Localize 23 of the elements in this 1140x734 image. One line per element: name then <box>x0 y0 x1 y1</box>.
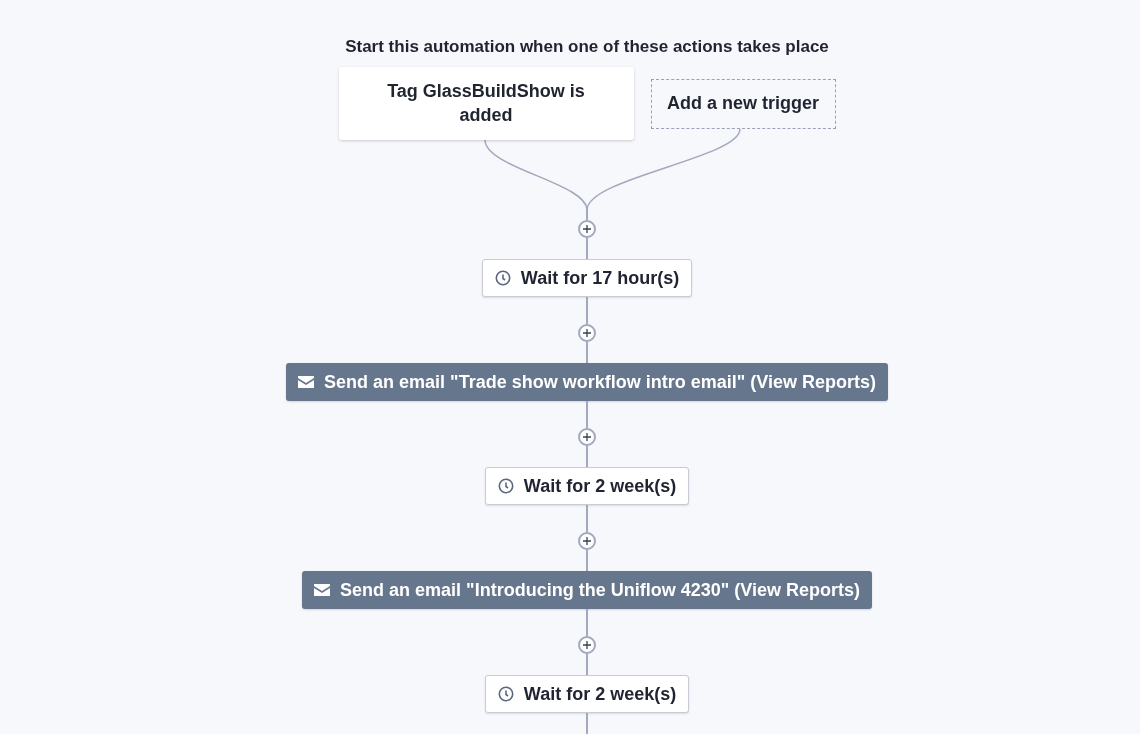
envelope-icon <box>298 376 315 388</box>
clock-icon <box>497 478 514 494</box>
email-step[interactable]: Send an email "Trade show workflow intro email" (View Reports) <box>286 363 888 401</box>
plus-icon <box>583 329 591 337</box>
clock-icon <box>497 686 514 702</box>
add-trigger-button[interactable]: Add a new trigger <box>650 78 836 129</box>
wait-step[interactable]: Wait for 2 week(s) <box>484 467 690 505</box>
plus-icon <box>583 225 591 233</box>
add-step-button[interactable] <box>578 324 596 342</box>
email-step[interactable]: Send an email "Introducing the Uniflow 4230" (View Reports) <box>302 571 872 609</box>
add-step-button[interactable] <box>578 636 596 654</box>
plus-icon <box>583 537 591 545</box>
clock-icon <box>494 270 511 286</box>
plus-icon <box>583 641 591 649</box>
wait-step[interactable]: Wait for 2 week(s) <box>484 675 690 713</box>
add-step-button[interactable] <box>578 428 596 446</box>
wait-step[interactable]: Wait for 17 hour(s) <box>481 259 693 297</box>
envelope-icon <box>314 584 331 596</box>
trigger-card[interactable]: Tag GlassBuildShow is added <box>338 67 634 140</box>
add-step-button[interactable] <box>578 532 596 550</box>
add-step-button[interactable] <box>578 220 596 238</box>
trigger-heading: Start this automation when one of these actions takes place <box>345 37 829 58</box>
plus-icon <box>583 433 591 441</box>
